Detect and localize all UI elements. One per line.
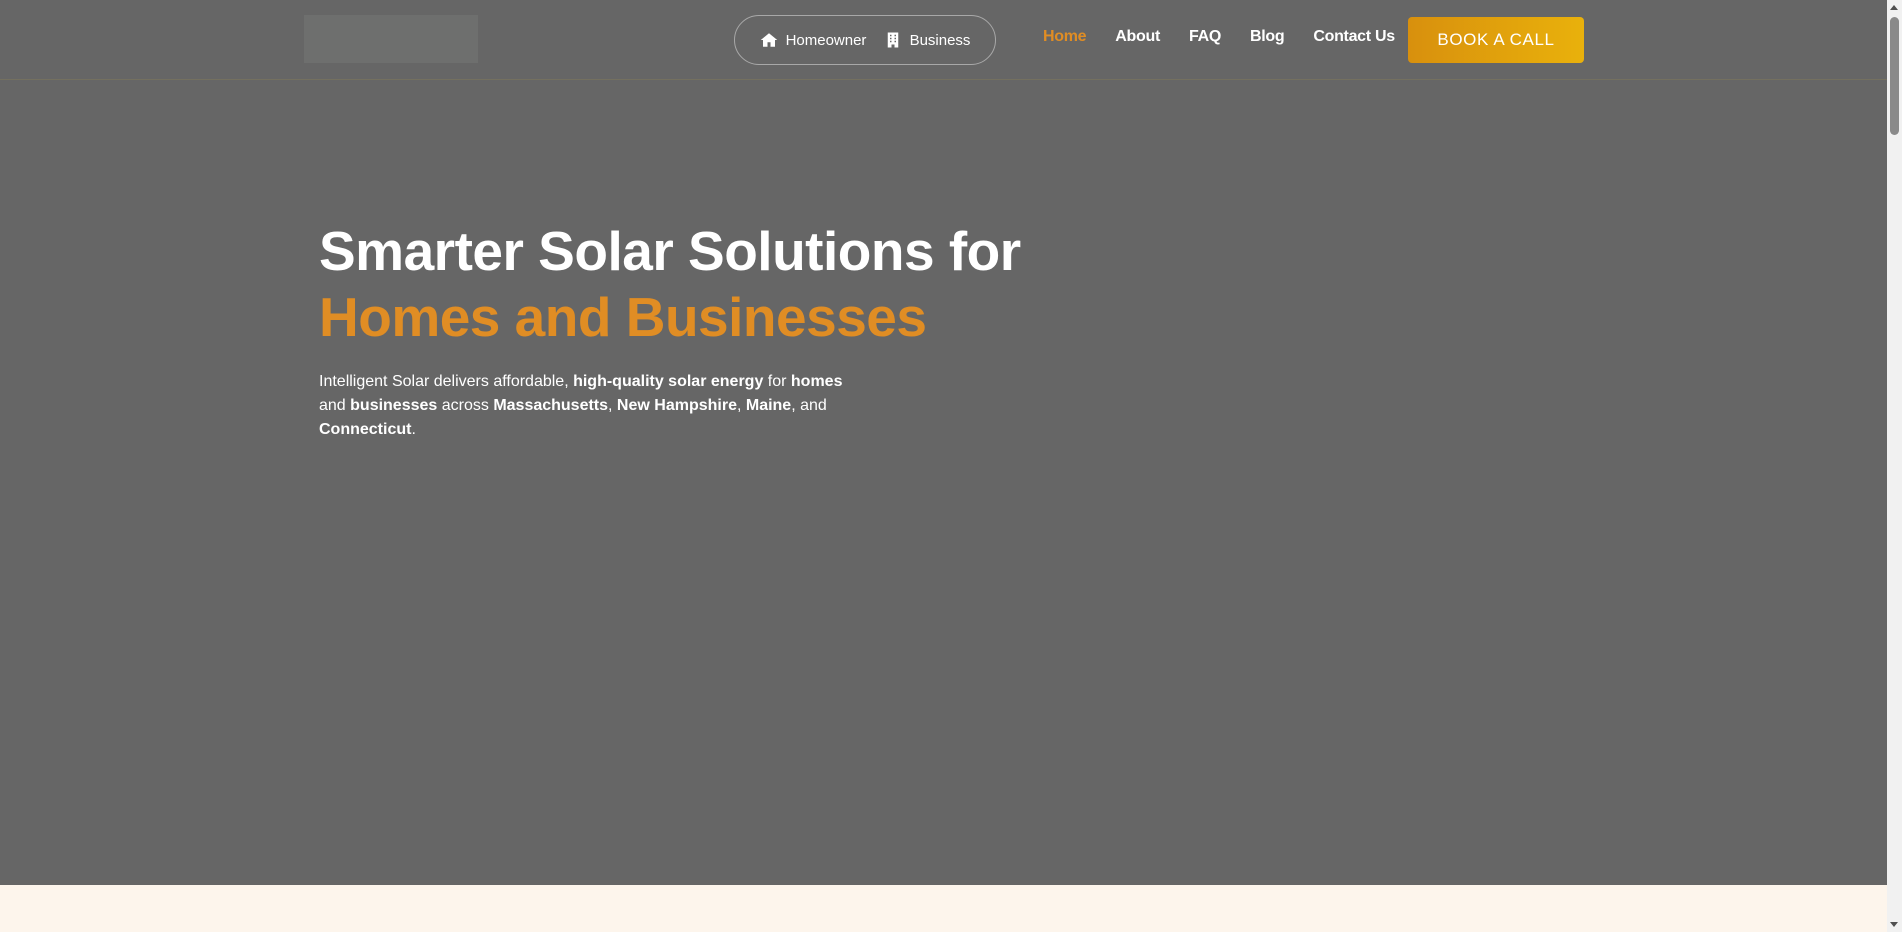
hero-title-line1: Smarter Solar Solutions for xyxy=(319,220,1021,282)
scrollbar-thumb[interactable] xyxy=(1890,17,1899,135)
site-header: Homeowner Business Home About FAQ Blog C… xyxy=(0,0,1887,80)
nav-blog[interactable]: Blog xyxy=(1250,28,1285,46)
toggle-business-label: Business xyxy=(909,31,971,49)
desc-bold: homes xyxy=(790,373,843,390)
home-icon xyxy=(760,33,777,47)
desc-text: Intelligent Solar delivers affordable, xyxy=(319,373,574,390)
next-section-band xyxy=(0,885,1887,932)
nav-home[interactable]: Home xyxy=(1043,28,1087,46)
desc-text: , xyxy=(608,397,617,414)
desc-bold: Maine xyxy=(745,397,792,414)
scroll-down-arrow-icon[interactable] xyxy=(1890,922,1898,927)
audience-toggle: Homeowner Business xyxy=(734,15,996,65)
hero-title: Smarter Solar Solutions for Homes and Bu… xyxy=(319,218,1021,350)
desc-text: , xyxy=(736,397,746,414)
book-a-call-button[interactable]: BOOK A CALL xyxy=(1408,17,1584,63)
desc-bold: New Hampshire xyxy=(616,397,737,414)
desc-bold: Massachusetts xyxy=(493,397,609,414)
building-icon xyxy=(887,32,898,48)
main-nav: Home About FAQ Blog Contact Us xyxy=(1043,28,1424,46)
desc-text: . xyxy=(411,421,416,438)
hero-title-line2: Homes and Businesses xyxy=(319,286,927,348)
desc-bold: Connecticut xyxy=(319,421,412,438)
desc-text: for xyxy=(763,373,791,390)
desc-text: , and xyxy=(791,397,827,414)
toggle-business[interactable]: Business xyxy=(884,31,971,49)
nav-about[interactable]: About xyxy=(1115,28,1160,46)
page-scrollbar[interactable] xyxy=(1887,0,1902,932)
nav-contact-us[interactable]: Contact Us xyxy=(1313,28,1395,46)
scroll-up-arrow-icon[interactable] xyxy=(1890,5,1898,10)
desc-bold: businesses xyxy=(350,397,438,414)
logo-placeholder[interactable] xyxy=(304,15,478,63)
hero-description: Intelligent Solar delivers affordable, h… xyxy=(319,370,879,442)
toggle-homeowner[interactable]: Homeowner xyxy=(760,31,867,49)
toggle-homeowner-label: Homeowner xyxy=(785,31,867,49)
desc-text: across xyxy=(437,397,494,414)
desc-text: and xyxy=(319,397,351,414)
desc-bold: high-quality solar energy xyxy=(573,373,764,390)
nav-faq[interactable]: FAQ xyxy=(1189,28,1221,46)
